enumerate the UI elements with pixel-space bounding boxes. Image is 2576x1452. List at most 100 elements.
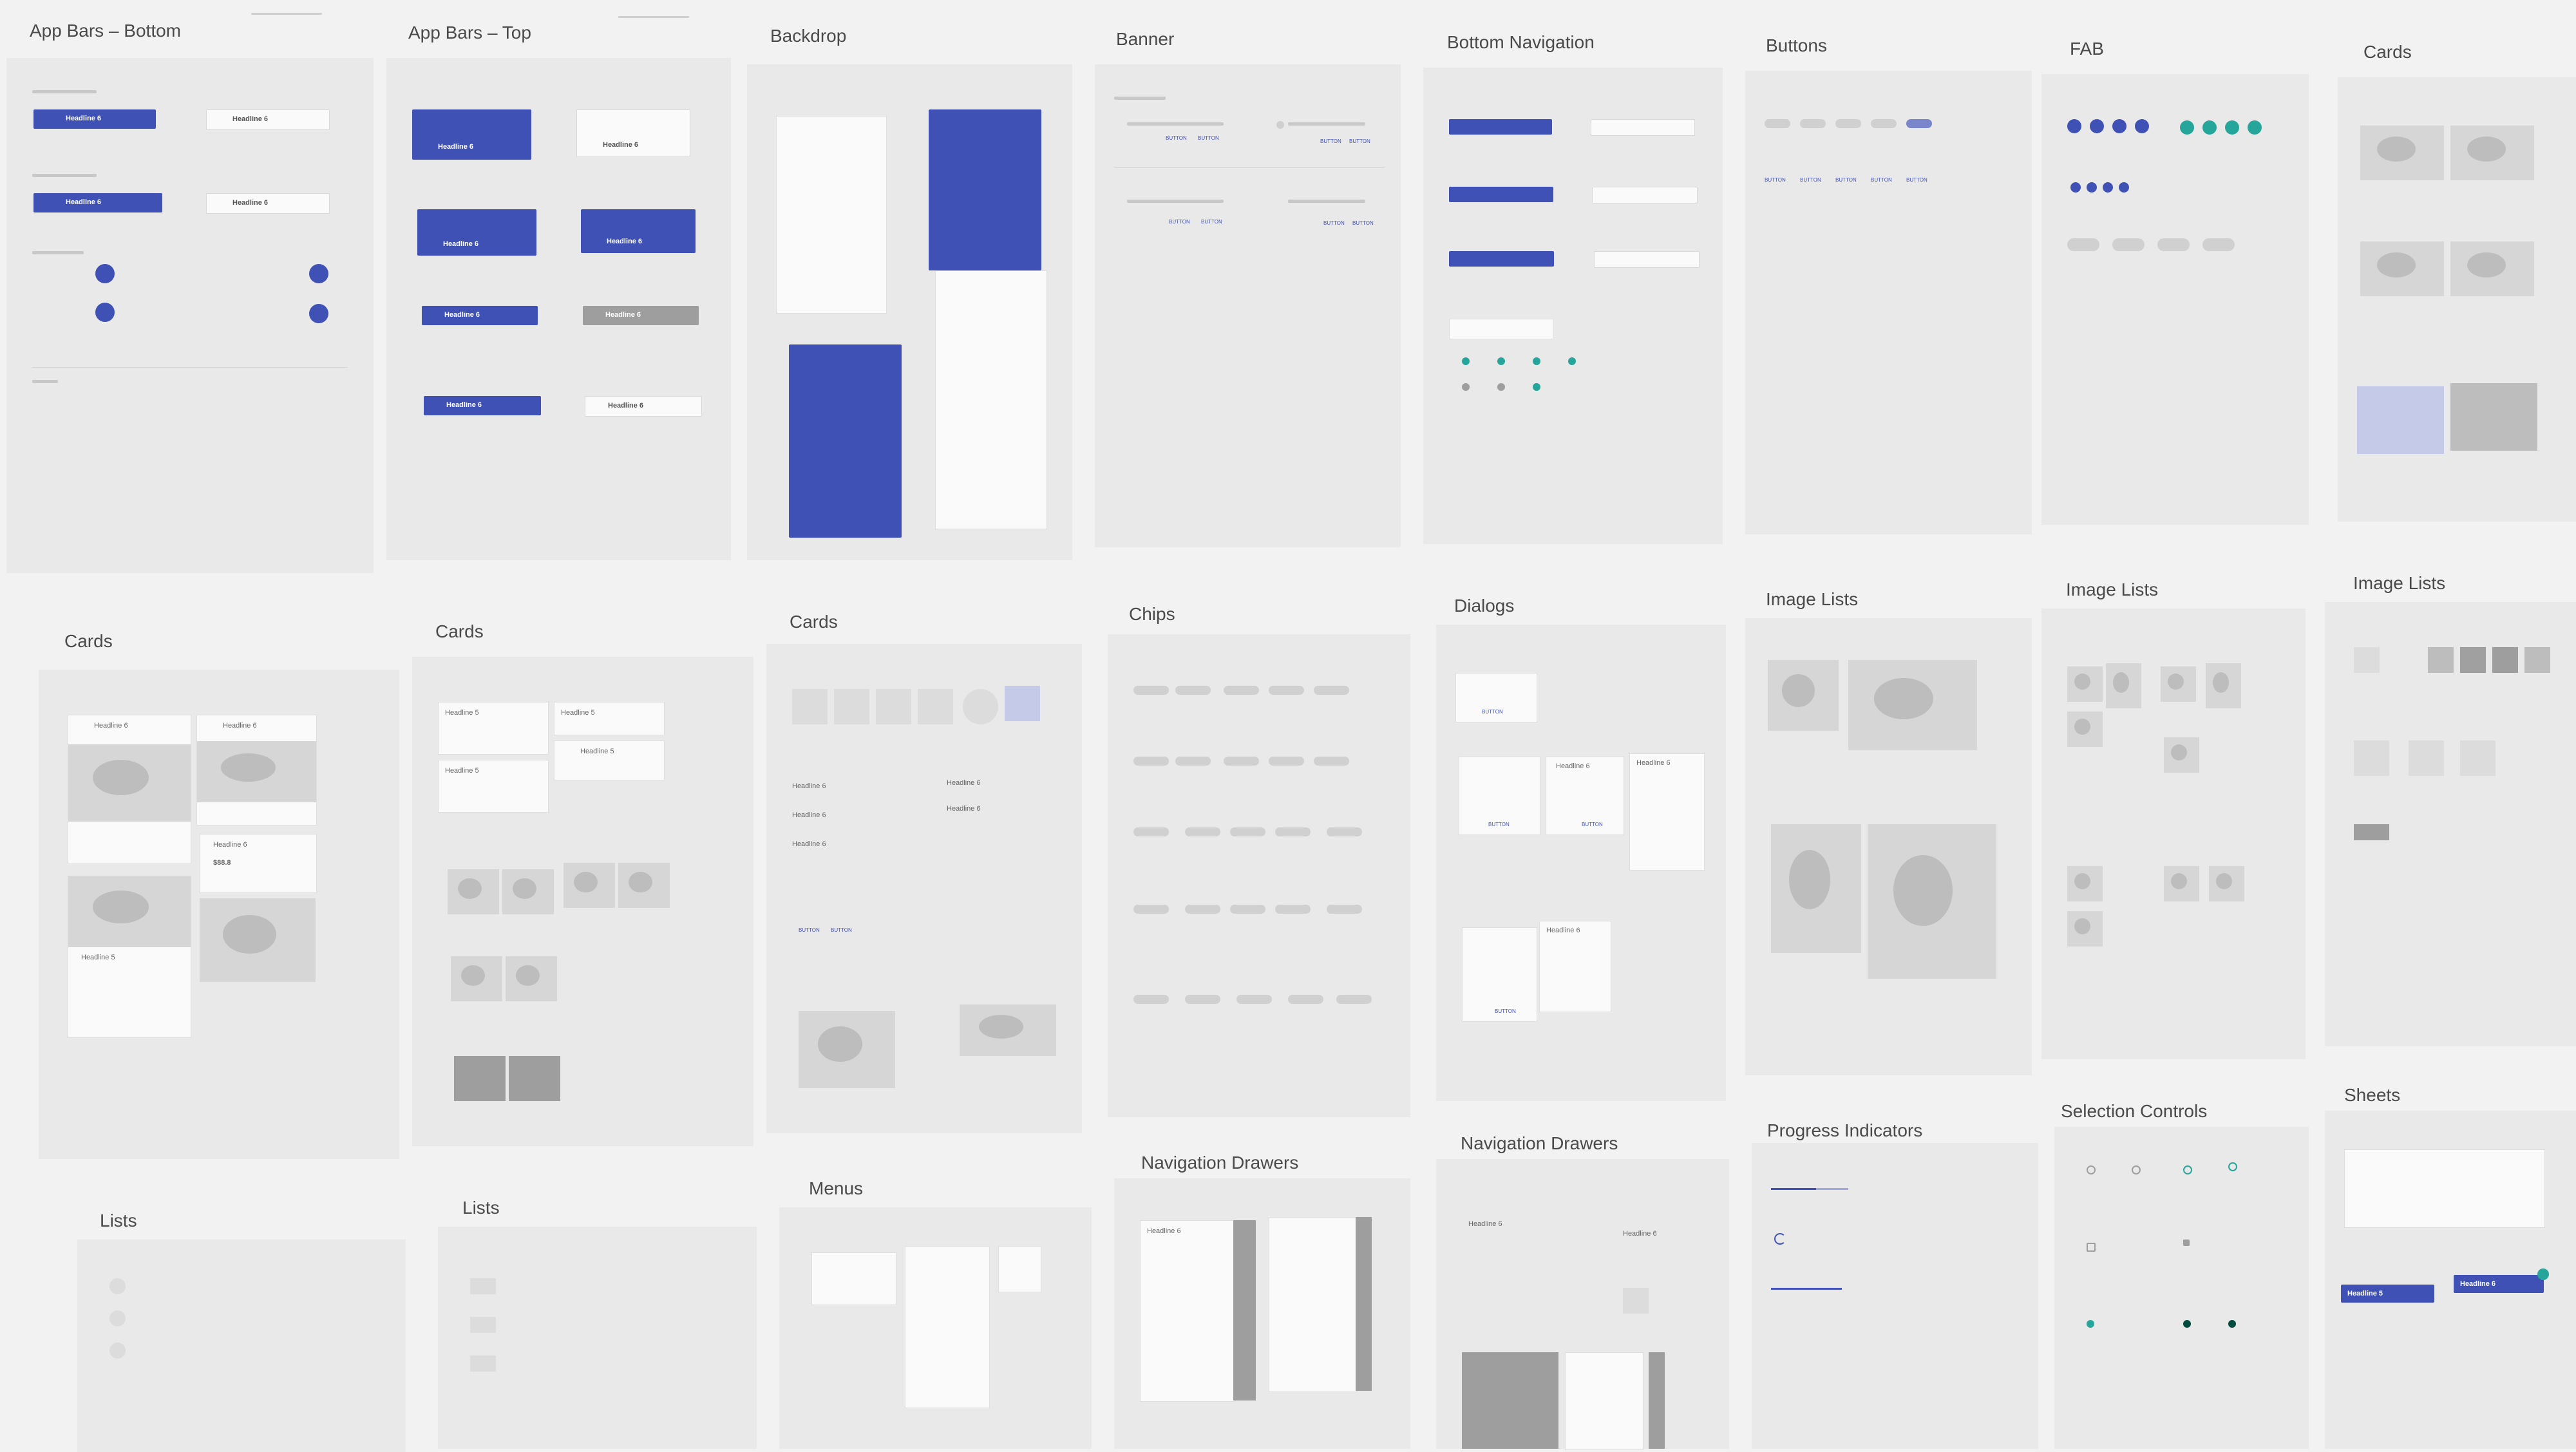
- banner-button[interactable]: BUTTON: [1198, 135, 1219, 141]
- chip[interactable]: [1133, 905, 1169, 914]
- switch[interactable]: [2087, 1320, 2094, 1328]
- contained-button[interactable]: [1835, 119, 1861, 128]
- chip[interactable]: [1133, 757, 1169, 766]
- chip[interactable]: [1175, 757, 1211, 766]
- fab-icon[interactable]: [2202, 120, 2217, 135]
- text-button[interactable]: BUTTON: [1800, 177, 1821, 183]
- extended-fab[interactable]: [2157, 238, 2190, 251]
- board-navigation-drawers[interactable]: Navigation Drawers Headline 6: [1114, 1153, 1417, 1449]
- chip[interactable]: [1133, 995, 1169, 1004]
- board-cards[interactable]: Cards Headline 6 Headline 6 Headline 6 $…: [39, 618, 412, 1172]
- dialog-button[interactable]: BUTTON: [1582, 822, 1603, 827]
- fab-icon[interactable]: [2067, 119, 2081, 133]
- fab-icon[interactable]: [309, 264, 328, 283]
- banner-button[interactable]: BUTTON: [1166, 135, 1187, 141]
- fab-mini-icon[interactable]: [2087, 182, 2097, 193]
- fab-icon[interactable]: [95, 303, 115, 322]
- fab-mini-icon[interactable]: [2119, 182, 2129, 193]
- chip[interactable]: [1230, 905, 1265, 914]
- board-cards[interactable]: Cards Headline 6 Headline 6 Headline 6 H…: [766, 605, 1088, 1146]
- card[interactable]: Headline 6: [68, 715, 191, 864]
- board-navigation-drawers[interactable]: Navigation Drawers Headline 6 Headline 6: [1436, 1133, 1732, 1450]
- card-button[interactable]: BUTTON: [831, 927, 852, 933]
- radio-button[interactable]: [2087, 1165, 2096, 1174]
- chip[interactable]: [1336, 995, 1372, 1004]
- card[interactable]: Headline 5: [68, 876, 191, 1038]
- checkbox[interactable]: [2087, 1243, 2096, 1252]
- chip[interactable]: [1275, 905, 1311, 914]
- chip[interactable]: [1230, 827, 1265, 836]
- fab-icon[interactable]: [2112, 119, 2126, 133]
- banner-button[interactable]: BUTTON: [1352, 220, 1374, 226]
- card[interactable]: Headline 5: [438, 702, 549, 755]
- board-cards[interactable]: Cards: [2331, 42, 2576, 531]
- board-app-bars-top[interactable]: App Bars – Top Headline 6 Headline 6 Hea…: [386, 16, 734, 567]
- card[interactable]: Headline 5: [438, 760, 549, 813]
- fab-icon[interactable]: [309, 304, 328, 323]
- card[interactable]: Headline 6: [196, 715, 317, 825]
- board-selection-controls[interactable]: Selection Controls: [2054, 1095, 2312, 1449]
- switch[interactable]: [2183, 1320, 2191, 1328]
- board-banner[interactable]: Banner BUTTON BUTTON BUTTON BUTTON BUTTO…: [1095, 29, 1404, 557]
- fab-icon[interactable]: [2135, 119, 2149, 133]
- text-button[interactable]: BUTTON: [1906, 177, 1927, 183]
- radio-button[interactable]: [2228, 1162, 2237, 1171]
- board-buttons[interactable]: Buttons BUTTON BUTTON BUTTON BUTTON BUTT…: [1745, 35, 2035, 544]
- dialog-button[interactable]: BUTTON: [1495, 1008, 1516, 1014]
- dialog-button[interactable]: BUTTON: [1482, 709, 1503, 715]
- card[interactable]: Headline 5: [554, 702, 665, 735]
- banner-button[interactable]: BUTTON: [1201, 219, 1222, 225]
- chip[interactable]: [1327, 827, 1362, 836]
- banner-button[interactable]: BUTTON: [1323, 220, 1345, 226]
- board-app-bars-bottom[interactable]: App Bars – Bottom Headline 6 Headline 6 …: [6, 13, 380, 580]
- fab-icon[interactable]: [2248, 120, 2262, 135]
- board-backdrop[interactable]: Backdrop: [747, 26, 1075, 567]
- dialog-button[interactable]: BUTTON: [1488, 822, 1510, 827]
- text-button[interactable]: BUTTON: [1835, 177, 1857, 183]
- chip[interactable]: [1269, 757, 1304, 766]
- chip[interactable]: [1185, 995, 1220, 1004]
- board-lists[interactable]: Lists: [77, 1198, 412, 1452]
- fab-mini-icon[interactable]: [2070, 182, 2081, 193]
- chip[interactable]: [1314, 757, 1349, 766]
- text-button[interactable]: BUTTON: [1765, 177, 1786, 183]
- chip[interactable]: [1133, 827, 1169, 836]
- board-dialogs[interactable]: Dialogs BUTTON BUTTON Headline 6 BUTTON …: [1436, 592, 1732, 1120]
- banner-button[interactable]: BUTTON: [1320, 138, 1341, 144]
- chip[interactable]: [1133, 686, 1169, 695]
- card[interactable]: Headline 6 $88.8: [200, 834, 317, 893]
- contained-button[interactable]: [1800, 119, 1826, 128]
- board-fab[interactable]: FAB: [2041, 39, 2312, 534]
- chip[interactable]: [1224, 686, 1259, 695]
- checkbox[interactable]: [2183, 1240, 2190, 1246]
- extended-fab[interactable]: [2112, 238, 2145, 251]
- fab-mini-icon[interactable]: [2103, 182, 2113, 193]
- fab-icon[interactable]: [2180, 120, 2194, 135]
- board-bottom-navigation[interactable]: Bottom Navigation: [1423, 32, 1726, 554]
- chip[interactable]: [1175, 686, 1211, 695]
- fab-icon[interactable]: [95, 264, 115, 283]
- chip[interactable]: [1288, 995, 1323, 1004]
- card-button[interactable]: BUTTON: [799, 927, 820, 933]
- card[interactable]: Headline 5: [554, 740, 665, 780]
- chip[interactable]: [1314, 686, 1349, 695]
- fab-icon[interactable]: [2090, 119, 2104, 133]
- extended-fab[interactable]: [2067, 238, 2099, 251]
- contained-button[interactable]: [1871, 119, 1897, 128]
- board-sheets[interactable]: Sheets Headline 5 Headline 6: [2325, 1082, 2576, 1449]
- board-image-lists[interactable]: Image Lists: [2325, 573, 2576, 1062]
- board-menus[interactable]: Menus: [779, 1172, 1095, 1449]
- radio-button[interactable]: [2132, 1165, 2141, 1174]
- chip[interactable]: [1224, 757, 1259, 766]
- chip[interactable]: [1185, 827, 1220, 836]
- chip[interactable]: [1185, 905, 1220, 914]
- board-cards[interactable]: Cards Headline 5 Headline 5 Headline 5 H…: [412, 612, 760, 1159]
- contained-button[interactable]: [1765, 119, 1790, 128]
- text-button[interactable]: BUTTON: [1871, 177, 1892, 183]
- chip[interactable]: [1236, 995, 1272, 1004]
- banner-button[interactable]: BUTTON: [1169, 219, 1190, 225]
- fab-icon[interactable]: [2537, 1268, 2549, 1280]
- switch[interactable]: [2228, 1320, 2236, 1328]
- banner-button[interactable]: BUTTON: [1349, 138, 1370, 144]
- chip[interactable]: [1327, 905, 1362, 914]
